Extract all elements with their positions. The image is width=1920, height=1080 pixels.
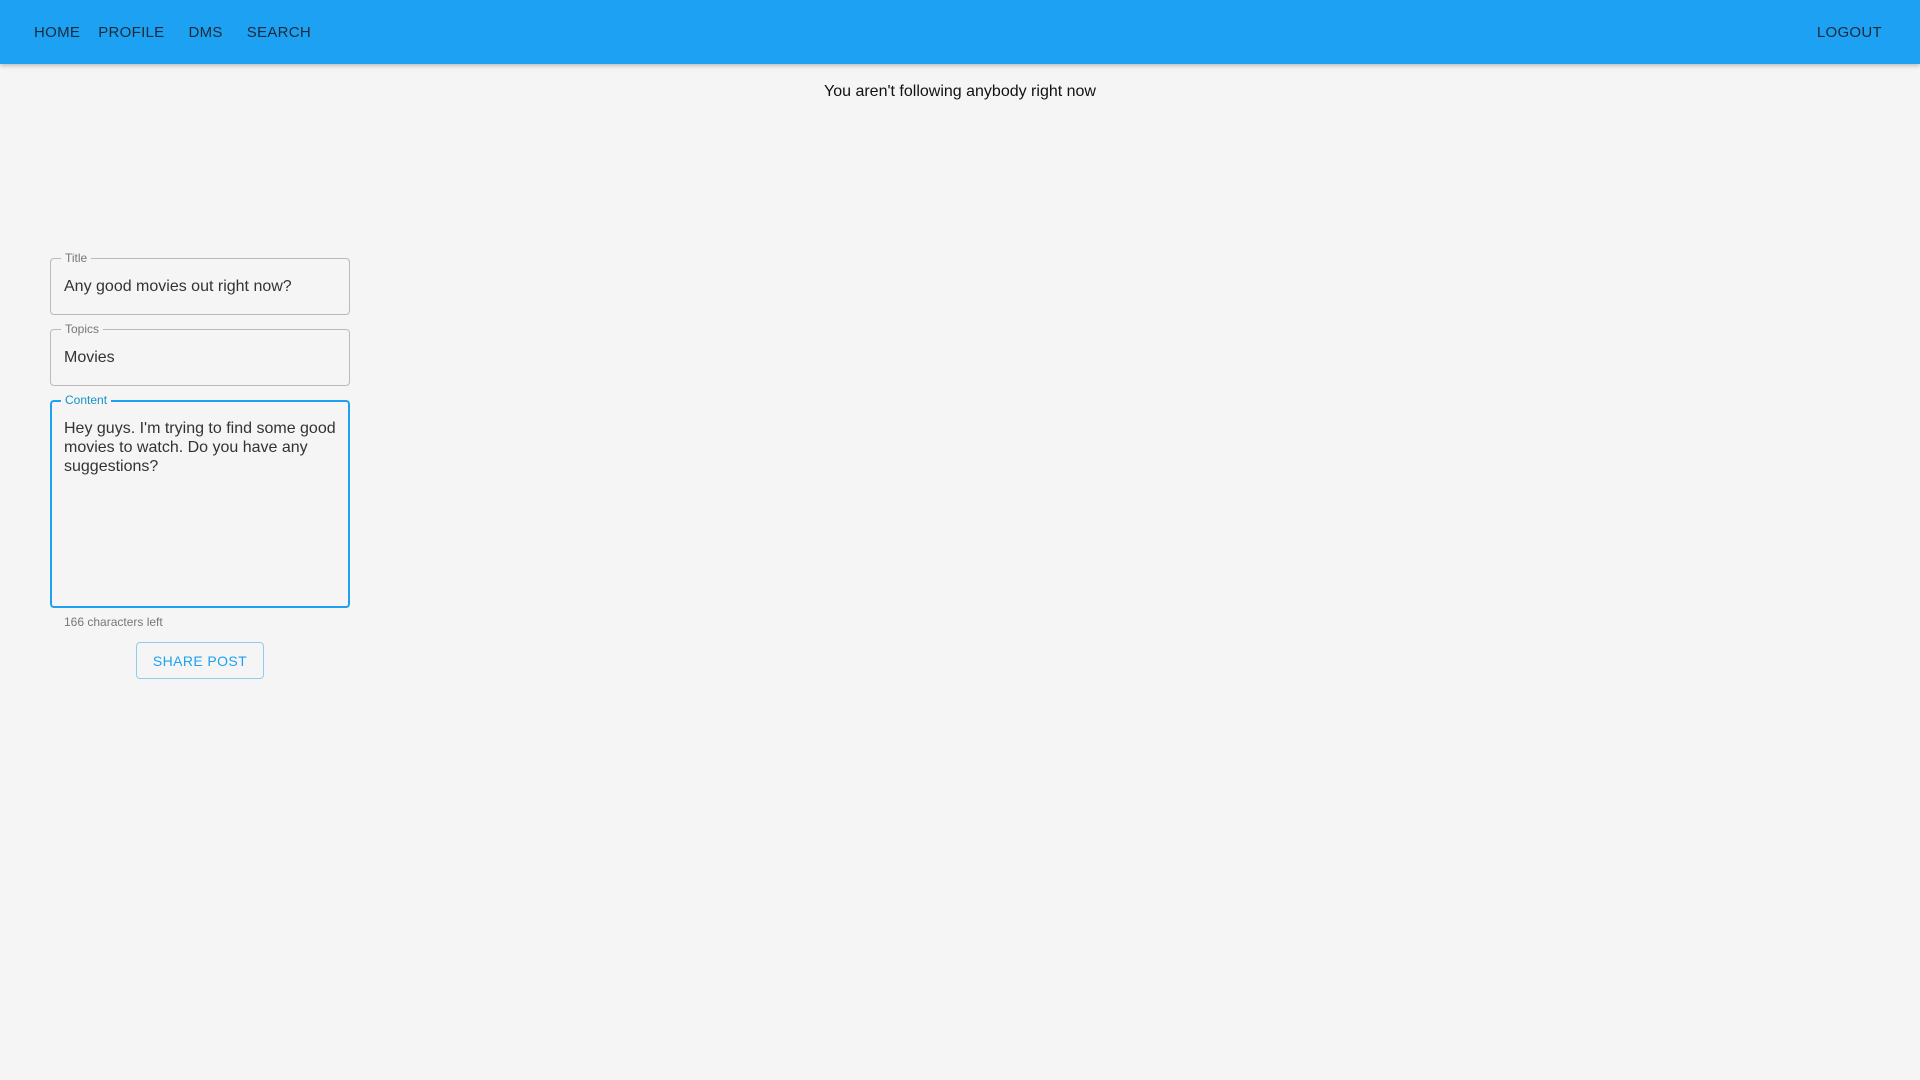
empty-feed-message: You aren't following anybody right now [824,83,1096,100]
title-label: Title [61,251,92,265]
primary-nav: HOME PROFILE DMS SEARCH [22,0,323,64]
nav-search-button[interactable]: SEARCH [235,16,323,49]
nav-profile-button[interactable]: PROFILE [86,16,176,49]
title-input[interactable]: Any good movies out right now? [64,278,292,296]
content-label: Content [61,393,112,407]
topics-label: Topics [61,322,104,336]
topics-input[interactable]: Movies [64,349,115,367]
nav-home-button[interactable]: HOME [22,16,86,49]
app-bar: HOME PROFILE DMS SEARCH LOGOUT [0,0,1920,64]
characters-left-helper: 166 characters left [64,615,163,629]
content-textarea[interactable]: Hey guys. I'm trying to find some good m… [64,419,336,476]
logout-button[interactable]: LOGOUT [1805,16,1894,49]
share-post-button[interactable]: SHARE POST [136,642,264,679]
nav-dms-button[interactable]: DMS [177,16,235,49]
topics-field[interactable]: Topics Movies [50,322,350,386]
title-field[interactable]: Title Any good movies out right now? [50,251,350,315]
new-post-form: Title Any good movies out right now? Top… [50,251,350,679]
content-field[interactable]: Content Hey guys. I'm trying to find som… [50,393,350,608]
